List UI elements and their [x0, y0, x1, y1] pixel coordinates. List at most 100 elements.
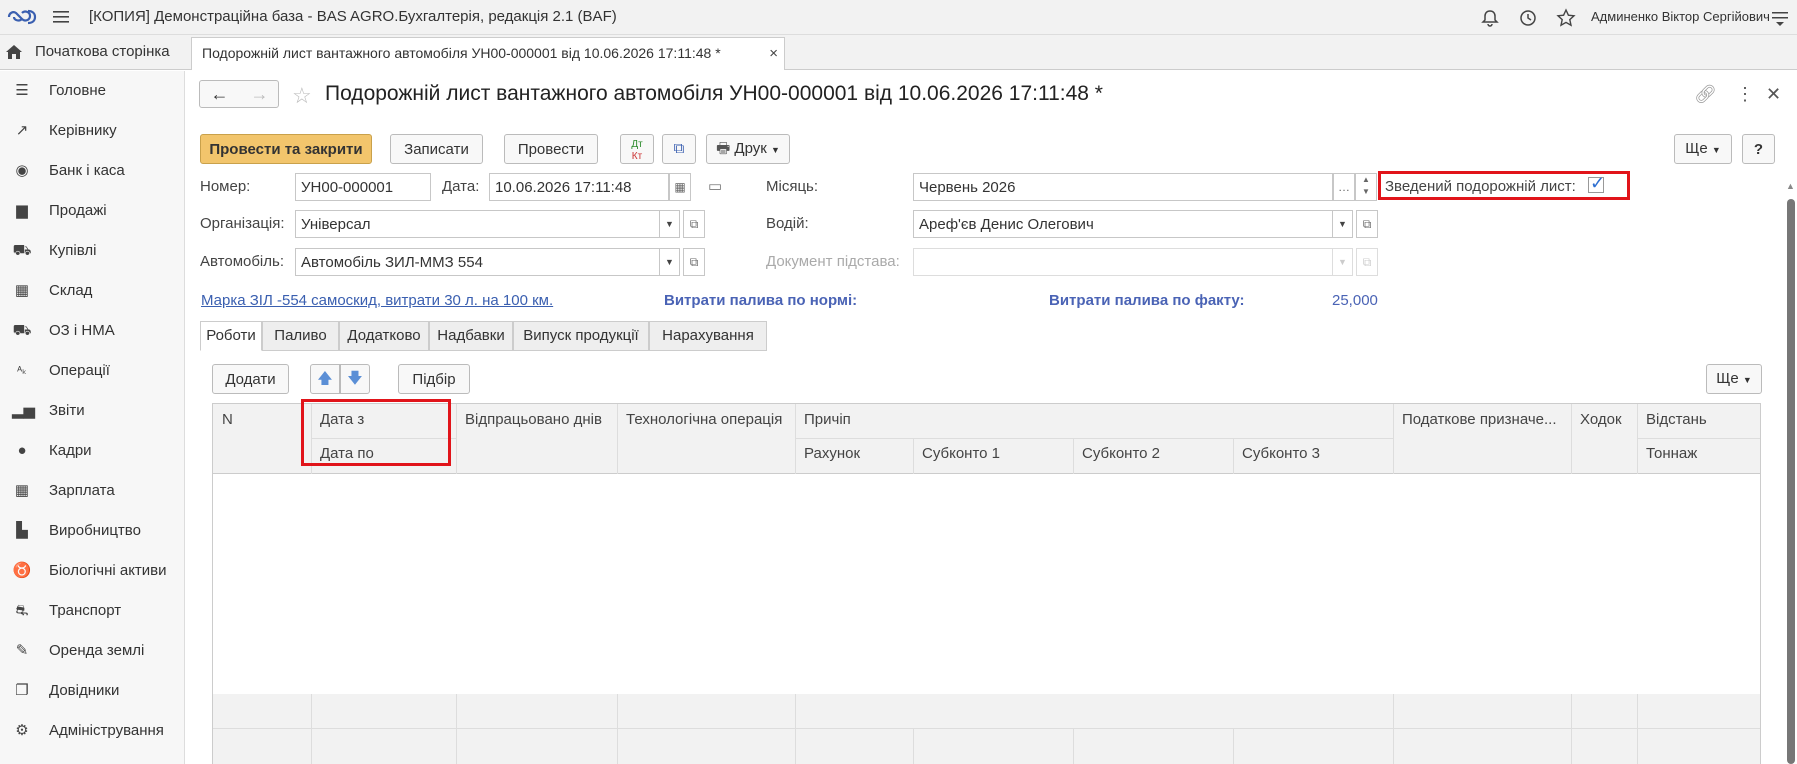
favorites-star-icon[interactable]	[1556, 8, 1576, 28]
save-button[interactable]: Записати	[390, 134, 483, 164]
more-vertical-icon[interactable]: ⋮	[1736, 84, 1754, 105]
sidebar-item-land-lease[interactable]: ✎ Оренда землі	[0, 631, 185, 671]
dt-kt-postings-icon[interactable]: Дт Кт	[620, 134, 654, 164]
sidebar-item-purchases[interactable]: ⛟ Купівлі	[0, 231, 185, 271]
tab-additional[interactable]: Додатково	[339, 321, 429, 351]
organization-dropdown-icon[interactable]: ▼	[660, 210, 680, 238]
organization-input[interactable]: Універсал	[295, 210, 660, 238]
car-label: Автомобіль:	[200, 253, 285, 270]
post-button[interactable]: Провести	[504, 134, 598, 164]
driver-dropdown-icon[interactable]: ▼	[1333, 210, 1353, 238]
app-logo-icon[interactable]	[6, 8, 38, 26]
col-distance[interactable]: Відстань	[1646, 411, 1707, 428]
sidebar-item-reports[interactable]: ▂▅ Звіти	[0, 391, 185, 431]
hamburger-menu-icon[interactable]	[52, 8, 70, 26]
print-button[interactable]: 🖶︎ Друк ▼	[706, 134, 790, 164]
number-input[interactable]: УН00-000001	[295, 173, 431, 201]
dt-kt-icon: ᴬₖ	[17, 365, 27, 377]
col-trailer[interactable]: Причіп	[804, 411, 851, 428]
col-n[interactable]: N	[222, 411, 233, 428]
tab-product-output[interactable]: Випуск продукції	[513, 321, 649, 351]
sidebar-item-salary[interactable]: ▦ Зарплата	[0, 471, 185, 511]
settings-menu-icon[interactable]	[1770, 8, 1790, 28]
basis-open-icon[interactable]: ⧉	[1356, 248, 1378, 276]
table-more-button[interactable]: Ще ▼	[1706, 364, 1762, 394]
sidebar-item-label: ОЗ і НМА	[49, 322, 115, 339]
col-tonnage[interactable]: Тоннаж	[1646, 445, 1697, 462]
driver-open-icon[interactable]: ⧉	[1356, 210, 1378, 238]
date-input[interactable]: 10.06.2026 17:11:48	[489, 173, 669, 201]
bell-icon[interactable]	[1480, 8, 1500, 28]
col-divider	[1233, 439, 1234, 474]
col-tech-operation[interactable]: Технологічна операція	[626, 411, 782, 428]
vertical-scrollbar[interactable]	[1787, 199, 1795, 764]
sidebar-item-production[interactable]: ▙ Виробництво	[0, 511, 185, 551]
organization-open-icon[interactable]: ⧉	[683, 210, 705, 238]
home-tab-label: Початкова сторінка	[35, 43, 170, 60]
sidebar-item-admin[interactable]: ⚙ Адміністрування	[0, 711, 185, 751]
highlight-date-columns	[301, 399, 451, 466]
car-input[interactable]: Автомобіль ЗИЛ-ММЗ 554	[295, 248, 660, 276]
col-divider	[913, 439, 914, 474]
tab-accruals[interactable]: Нарахування	[649, 321, 767, 351]
basis-document-input[interactable]	[913, 248, 1333, 276]
col-account[interactable]: Рахунок	[804, 445, 860, 462]
driver-input[interactable]: Ареф'єв Денис Олегович	[913, 210, 1333, 238]
month-stepper[interactable]: ▲ ▼	[1355, 173, 1377, 201]
document-tab[interactable]: Подорожній лист вантажного автомобіля УН…	[191, 37, 785, 70]
post-and-close-button[interactable]: Провести та закрити	[200, 134, 372, 164]
sidebar-item-sales[interactable]: ▆ Продажі	[0, 191, 185, 231]
move-up-icon[interactable]: 🡅	[310, 364, 340, 394]
user-name[interactable]: Админенко Віктор Сергійович	[1591, 9, 1770, 24]
close-tab-icon[interactable]: ×	[769, 45, 778, 62]
col-subconto-3[interactable]: Субконто 3	[1242, 445, 1320, 462]
sidebar-item-manager[interactable]: ↗ Керівнику	[0, 111, 185, 151]
structure-icon[interactable]: ⧉	[662, 134, 696, 164]
col-subconto-2[interactable]: Субконто 2	[1082, 445, 1160, 462]
sidebar-item-hr[interactable]: ● Кадри	[0, 431, 185, 471]
sidebar-item-main[interactable]: ☰ Головне	[0, 71, 185, 111]
calendar-view-icon[interactable]: ▭	[708, 177, 722, 195]
basis-dropdown-icon[interactable]: ▼	[1333, 248, 1353, 276]
col-trips[interactable]: Ходок	[1580, 411, 1622, 428]
col-days-worked[interactable]: Відпрацьовано днів	[465, 411, 602, 428]
link-icon[interactable]: 🔗︎	[1694, 84, 1717, 105]
close-form-icon[interactable]: ✕	[1766, 84, 1781, 105]
bag-icon: ▆	[16, 202, 28, 219]
month-select-icon[interactable]: …	[1333, 173, 1355, 201]
home-tab[interactable]: Початкова сторінка	[0, 35, 185, 70]
sidebar-item-bank[interactable]: ◉ Банк і каса	[0, 151, 185, 191]
car-dropdown-icon[interactable]: ▼	[660, 248, 680, 276]
car-brand-link[interactable]: Марка ЗІЛ -554 самоскид, витрати 30 л. н…	[201, 292, 553, 309]
sidebar-item-catalogs[interactable]: ❐ Довідники	[0, 671, 185, 711]
help-button[interactable]: ?	[1742, 134, 1775, 164]
tab-allowances[interactable]: Надбавки	[429, 321, 513, 351]
scroll-up-icon[interactable]: ▲	[1786, 181, 1795, 191]
more-button[interactable]: Ще ▼	[1674, 134, 1732, 164]
sidebar-item-fixed-assets[interactable]: ⛟ ОЗ і НМА	[0, 311, 185, 351]
back-arrow-icon[interactable]: ←	[200, 84, 239, 106]
favorite-star-icon[interactable]: ☆	[292, 83, 312, 109]
select-button[interactable]: Підбір	[398, 364, 470, 394]
col-divider	[1073, 729, 1074, 764]
col-divider	[1571, 694, 1572, 764]
tab-fuel[interactable]: Паливо	[262, 321, 339, 351]
sidebar-item-bio-assets[interactable]: ♉ Біологічні активи	[0, 551, 185, 591]
sidebar-item-operations[interactable]: ᴬₖ Операції	[0, 351, 185, 391]
col-subconto-1[interactable]: Субконто 1	[922, 445, 1000, 462]
forward-arrow-icon[interactable]: →	[240, 84, 279, 106]
add-row-button[interactable]: Додати	[212, 364, 289, 394]
car-open-icon[interactable]: ⧉	[683, 248, 705, 276]
bar-chart-icon: ▂▅	[12, 402, 36, 419]
calendar-icon[interactable]: ▦	[669, 173, 691, 201]
month-input[interactable]: Червень 2026	[913, 173, 1333, 201]
sidebar-item-warehouse[interactable]: ▦ Склад	[0, 271, 185, 311]
col-tax-purpose[interactable]: Податкове призначе...	[1402, 411, 1562, 428]
form-title: Подорожній лист вантажного автомобіля УН…	[325, 82, 1103, 105]
sidebar-item-transport[interactable]: ⛐ Транспорт	[0, 591, 185, 631]
row-divider	[795, 438, 1393, 439]
move-down-icon[interactable]: 🡇	[340, 364, 370, 394]
tab-works[interactable]: Роботи	[200, 321, 262, 351]
history-icon[interactable]	[1518, 8, 1538, 28]
books-icon: ❐	[15, 682, 29, 699]
